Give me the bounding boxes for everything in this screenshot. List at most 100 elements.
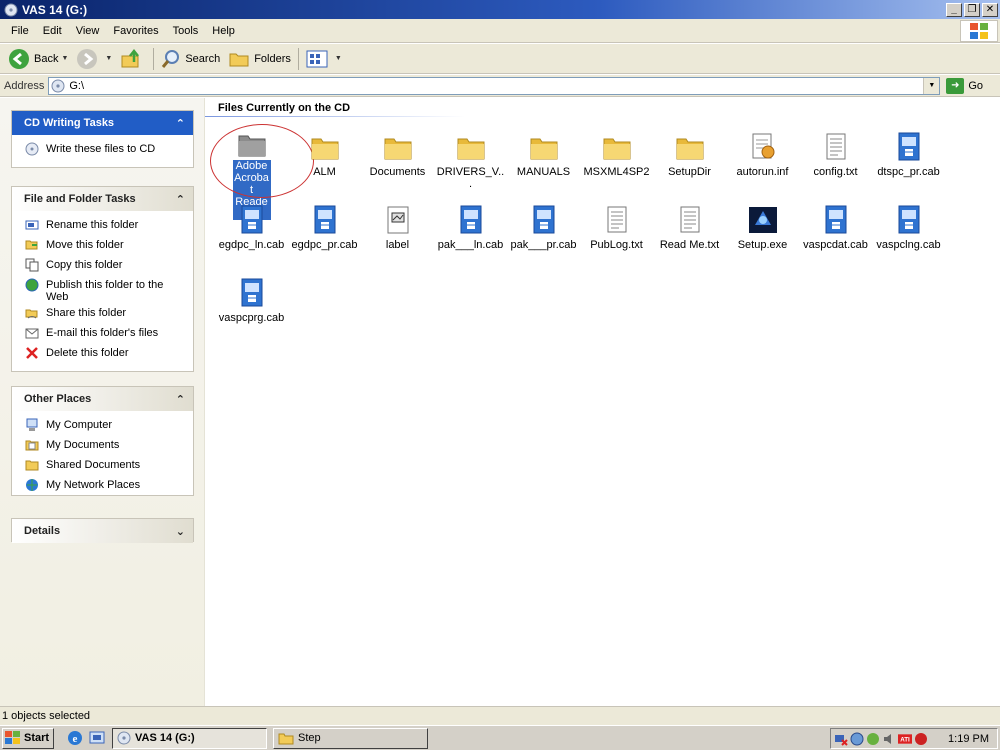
task-link-my-computer[interactable]: My Computer — [24, 417, 187, 435]
menu-tools[interactable]: Tools — [166, 25, 206, 37]
cd-writing-tasks-header[interactable]: CD Writing Tasks ⌃ — [12, 111, 193, 135]
toolbar-separator — [297, 47, 299, 70]
task-link-label: Rename this folder — [46, 219, 139, 231]
task-link-share-this-folder[interactable]: Share this folder — [24, 305, 187, 323]
task-link-shared-documents[interactable]: Shared Documents — [24, 457, 187, 475]
task-step-button[interactable]: Step — [273, 727, 428, 749]
network-icon — [24, 477, 40, 493]
file-item[interactable]: Adobe Acrobat Reader — [210, 124, 314, 220]
task-link-publish-this-folder-to-the-web[interactable]: Publish this folder to the Web — [24, 277, 187, 303]
minimize-button[interactable]: _ — [946, 2, 962, 17]
file-item[interactable]: egdpc_pr.cab — [288, 203, 361, 276]
menu-favorites[interactable]: Favorites — [106, 25, 165, 37]
internet-explorer-icon[interactable]: e — [66, 729, 84, 747]
chevron-down-icon[interactable]: ▼ — [335, 55, 342, 62]
exe-file-icon — [746, 203, 780, 237]
task-vas14-button[interactable]: VAS 14 (G:) — [112, 727, 267, 749]
details-header[interactable]: Details ⌄ — [12, 519, 193, 543]
start-button[interactable]: Start — [2, 727, 54, 749]
file-item[interactable]: egdpc_ln.cab — [215, 203, 288, 276]
file-item[interactable]: vaspcprg.cab — [215, 276, 288, 349]
file-item[interactable]: Read Me.txt — [653, 203, 726, 276]
file-item[interactable]: DRIVERS_V... — [434, 130, 507, 203]
folders-button[interactable]: Folders — [224, 46, 295, 72]
windows-logo-icon — [960, 20, 998, 42]
chevron-down-icon[interactable]: ▼ — [105, 55, 112, 62]
go-button[interactable]: ➜ Go — [946, 77, 983, 94]
antivirus-icon[interactable] — [914, 732, 928, 746]
menu-file[interactable]: File — [4, 25, 36, 37]
file-item[interactable]: SetupDir — [653, 130, 726, 203]
file-item[interactable]: autorun.inf — [726, 130, 799, 203]
file-item[interactable]: MANUALS — [507, 130, 580, 203]
file-name: vaspcdat.cab — [803, 239, 868, 251]
folder-icon — [235, 130, 269, 158]
file-name: dtspc_pr.cab — [877, 166, 940, 178]
search-button[interactable]: Search — [157, 46, 224, 72]
task-link-e-mail-this-folder-s-files[interactable]: E-mail this folder's files — [24, 325, 187, 343]
folder-icon — [278, 733, 294, 744]
file-item[interactable]: Setup.exe — [726, 203, 799, 276]
close-button[interactable]: ✕ — [982, 2, 998, 17]
file-item[interactable]: pak___pr.cab — [507, 203, 580, 276]
task-link-rename-this-folder[interactable]: Rename this folder — [24, 217, 187, 235]
menu-help[interactable]: Help — [205, 25, 242, 37]
menu-view[interactable]: View — [69, 25, 107, 37]
address-dropdown-button[interactable]: ▼ — [923, 77, 940, 94]
chevron-down-icon[interactable]: ▼ — [61, 55, 68, 62]
task-link-my-network-places[interactable]: My Network Places — [24, 477, 187, 495]
task-link-my-documents[interactable]: My Documents — [24, 437, 187, 455]
security-icon[interactable] — [850, 732, 864, 746]
file-item[interactable]: dtspc_pr.cab — [872, 130, 945, 203]
status-text: 1 objects selected — [2, 710, 91, 722]
task-link-move-this-folder[interactable]: Move this folder — [24, 237, 187, 255]
collapse-icon[interactable]: ⌃ — [176, 193, 185, 206]
folder-icon — [381, 130, 415, 164]
file-item[interactable]: ALM — [288, 130, 361, 203]
forward-arrow-icon — [77, 48, 98, 69]
file-item[interactable]: vaspcdat.cab — [799, 203, 872, 276]
file-folder-tasks-header[interactable]: File and Folder Tasks ⌃ — [12, 187, 193, 211]
address-input[interactable]: G:\ ▼ — [48, 76, 941, 95]
svg-text:e: e — [73, 733, 78, 745]
show-desktop-icon[interactable] — [88, 729, 106, 747]
title-bar[interactable]: VAS 14 (G:) _ ❐ ✕ — [0, 0, 1000, 19]
file-item[interactable]: PubLog.txt — [580, 203, 653, 276]
svg-text:ATI: ATI — [900, 736, 910, 743]
txt-file-icon — [673, 203, 707, 237]
details-panel: Details ⌄ — [11, 518, 194, 543]
back-button[interactable]: Back ▼ — [4, 46, 72, 72]
restore-button[interactable]: ❐ — [964, 2, 980, 17]
expand-icon[interactable]: ⌄ — [176, 525, 185, 538]
menu-edit[interactable]: Edit — [36, 25, 69, 37]
cd-writing-tasks-panel: CD Writing Tasks ⌃ Write these files to C… — [11, 110, 194, 168]
task-link-write-these-files-to-cd[interactable]: Write these files to CD — [24, 141, 187, 159]
update-icon[interactable] — [866, 732, 880, 746]
section-divider — [205, 116, 465, 117]
volume-icon[interactable] — [882, 732, 896, 746]
task-link-label: My Network Places — [46, 479, 141, 491]
file-item[interactable]: pak___ln.cab — [434, 203, 507, 276]
task-link-copy-this-folder[interactable]: Copy this folder — [24, 257, 187, 275]
file-item[interactable]: MSXML4SP2 — [580, 130, 653, 203]
cd-drive-icon — [4, 3, 18, 16]
file-item[interactable]: Documents — [361, 130, 434, 203]
task-link-delete-this-folder[interactable]: Delete this folder — [24, 345, 187, 363]
network-icon[interactable] — [834, 732, 848, 746]
other-places-header[interactable]: Other Places ⌃ — [12, 387, 193, 411]
task-link-label: Shared Documents — [46, 459, 141, 471]
file-item[interactable]: label — [361, 203, 434, 276]
up-folder-button[interactable] — [116, 46, 150, 72]
cd-drive-icon — [117, 731, 131, 745]
forward-button[interactable]: ▼ — [72, 46, 116, 72]
task-link-label: Share this folder — [46, 307, 127, 319]
ati-icon[interactable]: ATI — [898, 732, 912, 746]
file-name: pak___ln.cab — [437, 239, 504, 251]
up-folder-icon — [121, 48, 140, 67]
task-link-label: Publish this folder to the Web — [46, 279, 164, 303]
collapse-icon[interactable]: ⌃ — [176, 117, 185, 130]
file-item[interactable]: config.txt — [799, 130, 872, 203]
views-button[interactable]: ▼ — [302, 46, 346, 72]
collapse-icon[interactable]: ⌃ — [176, 393, 185, 406]
file-item[interactable]: vaspclng.cab — [872, 203, 945, 276]
